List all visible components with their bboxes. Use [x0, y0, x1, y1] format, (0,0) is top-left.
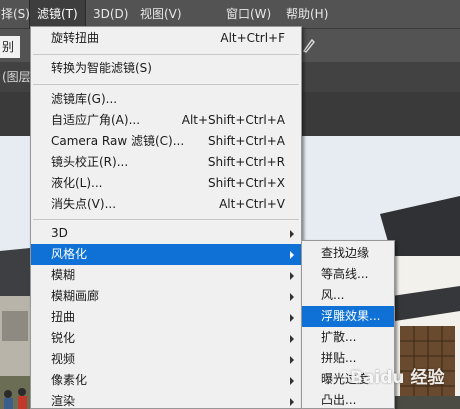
menu-item-vanishing-point[interactable]: 消失点(V)... Alt+Ctrl+V — [31, 194, 301, 215]
menu-item-shortcut: Alt+Ctrl+V — [219, 197, 285, 211]
menu-item-shortcut: Alt+Ctrl+F — [220, 31, 285, 45]
menu-item-shortcut: Shift+Ctrl+A — [208, 134, 285, 148]
menu-item-label: 镜头校正(R)... — [51, 155, 129, 169]
menu-item-3d[interactable]: 3D — [31, 223, 301, 244]
menu-item-stylize[interactable]: 风格化 — [31, 244, 301, 265]
submenu-arrow-icon — [290, 335, 294, 343]
menu-item-label: 模糊画廊 — [51, 289, 100, 303]
menu-item-convert-smart-filter[interactable]: 转换为智能滤镜(S) — [31, 58, 301, 79]
menu-item-label: Camera Raw 滤镜(C)... — [51, 134, 185, 148]
menu-bar: 择(S) 滤镜(T) 3D(D) 视图(V) 窗口(W) 帮助(H) — [0, 0, 460, 29]
menu-item-label: 风格化 — [51, 247, 88, 261]
menu-item-shortcut: Shift+Ctrl+X — [208, 176, 285, 190]
submenu-arrow-icon — [290, 356, 294, 364]
submenu-arrow-icon — [290, 272, 294, 280]
submenu-item-contour[interactable]: 等高线... — [302, 264, 394, 285]
submenu-arrow-icon — [290, 293, 294, 301]
submenu-arrow-icon — [290, 230, 294, 238]
submenu-arrow-icon — [290, 314, 294, 322]
menu-item-label: 消失点(V)... — [51, 197, 117, 211]
document-tab[interactable]: (图层 — [0, 62, 31, 92]
submenu-item-wind[interactable]: 风... — [302, 285, 394, 306]
submenu-arrow-icon — [290, 398, 294, 406]
submenu-arrow-icon — [290, 251, 294, 259]
menu-item-label: 渲染 — [51, 394, 76, 408]
submenu-item-label: 查找边缘 — [321, 246, 370, 260]
menu-item-blur[interactable]: 模糊 — [31, 265, 301, 286]
menu-separator — [33, 219, 299, 220]
menu-filter[interactable]: 滤镜(T) — [29, 0, 86, 29]
menu-item-label: 模糊 — [51, 268, 76, 282]
menu-item-label: 液化(L)... — [51, 176, 103, 190]
watermark: Baidu 经验 — [350, 368, 445, 388]
menu-separator — [33, 84, 299, 85]
options-field[interactable]: 别 — [0, 36, 20, 58]
menu-item-lens-correction[interactable]: 镜头校正(R)... Shift+Ctrl+R — [31, 152, 301, 173]
menu-3d[interactable]: 3D(D) — [86, 0, 135, 28]
submenu-item-label: 等高线... — [321, 267, 369, 281]
menu-item-sharpen[interactable]: 锐化 — [31, 328, 301, 349]
submenu-item-emboss[interactable]: 浮雕效果... — [302, 306, 394, 327]
menu-item-label: 扭曲 — [51, 310, 76, 324]
menu-item-video[interactable]: 视频 — [31, 349, 301, 370]
menu-item-label: 自适应广角(A)... — [51, 113, 141, 127]
filter-menu: 旋转扭曲 Alt+Ctrl+F 转换为智能滤镜(S) 滤镜库(G)... 自适应… — [30, 26, 302, 409]
submenu-item-label: 风... — [321, 288, 345, 302]
menu-separator — [33, 54, 299, 55]
menu-item-filter-gallery[interactable]: 滤镜库(G)... — [31, 89, 301, 110]
menu-item-label: 锐化 — [51, 331, 76, 345]
menu-item-label: 转换为智能滤镜(S) — [51, 61, 152, 75]
menu-item-adaptive-wide-angle[interactable]: 自适应广角(A)... Alt+Shift+Ctrl+A — [31, 110, 301, 131]
submenu-item-find-edges[interactable]: 查找边缘 — [302, 243, 394, 264]
menu-item-shortcut: Shift+Ctrl+R — [207, 155, 285, 169]
menu-item-shortcut: Alt+Shift+Ctrl+A — [181, 113, 285, 127]
menu-item-blur-gallery[interactable]: 模糊画廊 — [31, 286, 301, 307]
menu-help[interactable]: 帮助(H) — [279, 0, 335, 28]
submenu-item-diffuse[interactable]: 扩散... — [302, 327, 394, 348]
menu-item-twirl[interactable]: 旋转扭曲 Alt+Ctrl+F — [31, 28, 301, 49]
menu-item-camera-raw[interactable]: Camera Raw 滤镜(C)... Shift+Ctrl+A — [31, 131, 301, 152]
menu-item-label: 视频 — [51, 352, 76, 366]
menu-item-label: 滤镜库(G)... — [51, 92, 118, 106]
menu-item-label: 3D — [51, 226, 68, 240]
menu-view[interactable]: 视图(V) — [133, 0, 189, 28]
submenu-item-label: 浮雕效果... — [321, 309, 381, 323]
menu-item-render[interactable]: 渲染 — [31, 391, 301, 408]
menu-item-distort[interactable]: 扭曲 — [31, 307, 301, 328]
menu-item-label: 像素化 — [51, 373, 88, 387]
submenu-item-label: 扩散... — [321, 330, 357, 344]
submenu-arrow-icon — [290, 377, 294, 385]
menu-item-label: 旋转扭曲 — [51, 31, 100, 45]
menu-item-liquify[interactable]: 液化(L)... Shift+Ctrl+X — [31, 173, 301, 194]
menu-window[interactable]: 窗口(W) — [219, 0, 278, 28]
brush-icon[interactable] — [300, 36, 318, 54]
menu-item-pixelate[interactable]: 像素化 — [31, 370, 301, 391]
